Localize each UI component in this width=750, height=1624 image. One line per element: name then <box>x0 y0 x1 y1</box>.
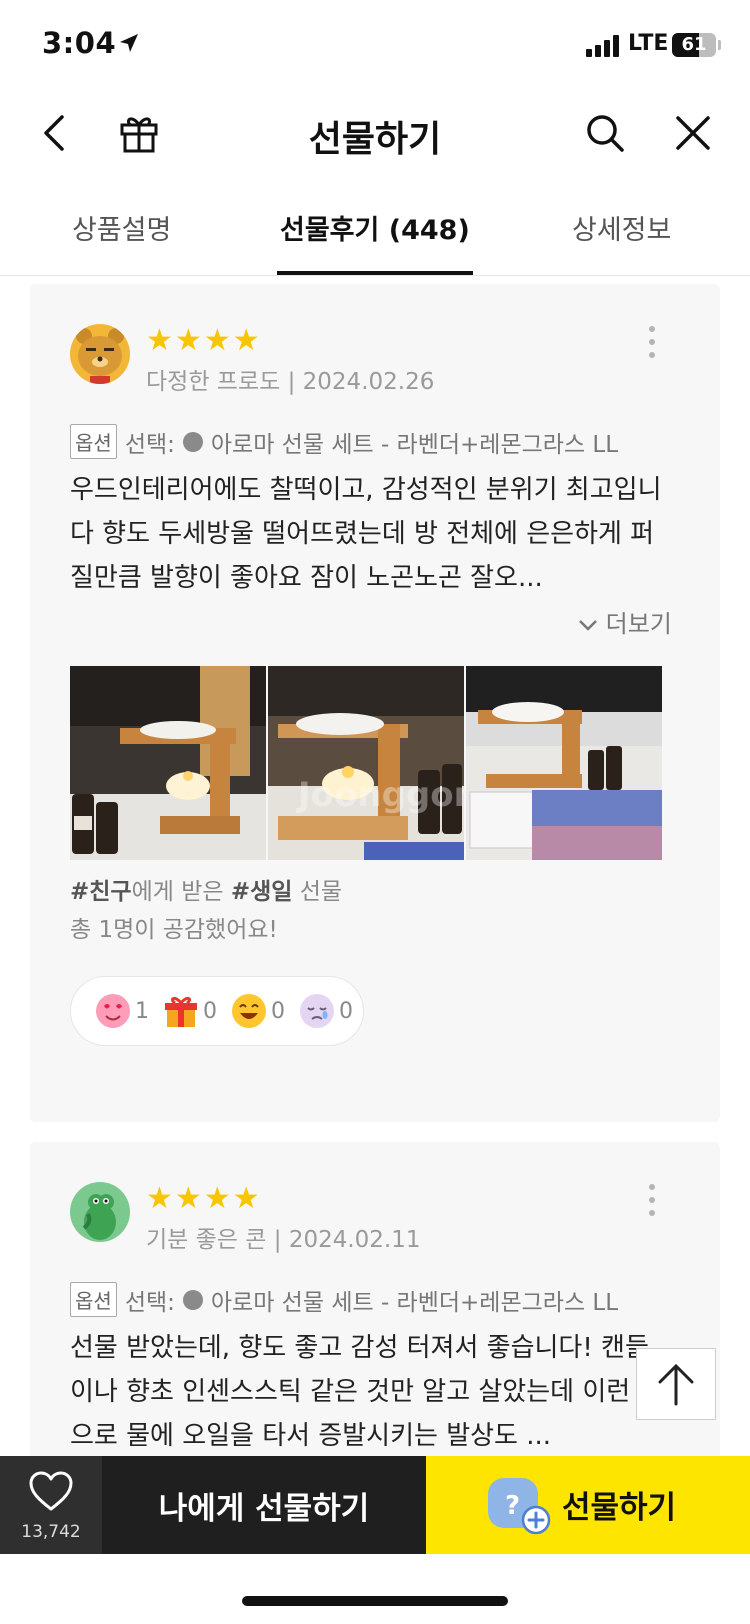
gift-to-self-button[interactable]: 나에게 선물하기 <box>102 1456 426 1554</box>
review-option: 옵션 선택: 아로마 선물 세트 - 라벤더+레몬그라스 LL <box>70 424 618 459</box>
bear-character-icon <box>70 324 130 384</box>
empathy-count: 총 1명이 공감했어요! <box>70 917 278 943</box>
more-options-icon[interactable] <box>640 322 664 362</box>
crocodile-character-icon <box>70 1182 130 1242</box>
review-meta: 다정한 프로도 | 2024.02.26 <box>146 369 435 395</box>
reaction-gift[interactable]: 0 <box>163 993 217 1029</box>
aroma-burner-photo <box>70 666 266 860</box>
signal-icon <box>586 35 619 57</box>
review-author: 기분 좋은 콘 <box>146 1227 267 1253</box>
review-date: 2024.02.26 <box>302 369 435 395</box>
star-icon: ★ <box>203 323 231 358</box>
option-badge: 옵션 <box>70 1282 117 1317</box>
nav-header: 선물하기 <box>0 90 750 176</box>
gift-box-emoji-icon <box>165 996 197 1027</box>
scroll-to-top-button[interactable] <box>636 1348 716 1420</box>
gift-friend-icon: ? <box>488 1478 551 1535</box>
reaction-count: 1 <box>135 998 149 1024</box>
tab-details[interactable]: 상세정보 <box>572 208 671 247</box>
reaction-count: 0 <box>203 998 217 1024</box>
star-icon: ★ <box>146 1181 173 1216</box>
tab-reviews[interactable]: 선물후기 (448) <box>280 208 470 247</box>
reaction-count: 0 <box>271 998 285 1024</box>
tag-occasion[interactable]: #생일 <box>231 879 293 905</box>
home-indicator <box>242 1596 508 1606</box>
option-label: 선택: <box>124 1289 175 1316</box>
avatar[interactable] <box>70 324 130 384</box>
chevron-down-icon <box>579 620 597 631</box>
tag-relation[interactable]: #친구 <box>70 879 132 905</box>
battery-icon: 61 <box>672 33 716 57</box>
star-icon: ★ <box>146 323 173 358</box>
star-icon: ★ <box>232 323 260 358</box>
option-color-dot <box>182 431 203 452</box>
review-date: 2024.02.11 <box>288 1227 421 1253</box>
review-photo[interactable] <box>466 666 662 860</box>
review-meta: 기분 좋은 콘 | 2024.02.11 <box>146 1227 421 1253</box>
heart-icon <box>29 1471 73 1511</box>
avatar[interactable] <box>70 1182 130 1242</box>
tag-connector: 에게 받은 <box>131 879 231 905</box>
status-bar: 3:04 LTE 61 <box>0 0 750 90</box>
review-photo[interactable] <box>70 666 266 860</box>
star-icon: ★ <box>174 323 202 358</box>
review-card: ★ ★ ★ ★ 다정한 프로도 | 2024.02.26 옵션 선택: 아로마 … <box>30 284 720 1122</box>
send-gift-button[interactable]: ? 선물하기 <box>426 1456 750 1554</box>
like-count: 13,742 <box>21 1522 81 1542</box>
active-tab-indicator <box>277 271 473 275</box>
sad-emoji-icon <box>300 994 334 1028</box>
review-option: 옵션 선택: 아로마 선물 세트 - 라벤더+레몬그라스 LL <box>70 1282 618 1317</box>
reaction-laugh[interactable]: 0 <box>231 993 285 1029</box>
more-options-icon[interactable] <box>640 1180 664 1220</box>
tag-suffix: 선물 <box>292 879 343 905</box>
watermark-text: Joonggonara <box>296 775 464 815</box>
network-type: LTE <box>628 31 669 56</box>
close-button[interactable] <box>668 108 718 158</box>
option-value: 아로마 선물 세트 - 라벤더+레몬그라스 LL <box>210 431 619 458</box>
star-rating: ★ ★ ★ ★ <box>146 326 260 356</box>
aroma-burner-photo <box>466 666 662 860</box>
wish-button[interactable]: 13,742 <box>0 1456 102 1554</box>
heart-eyes-emoji-icon <box>96 994 130 1028</box>
aroma-burner-photo: Joonggonara <box>268 666 464 860</box>
option-color-dot <box>182 1289 203 1310</box>
review-author: 다정한 프로도 <box>146 369 281 395</box>
page-title: 선물하기 <box>308 119 442 160</box>
review-photo[interactable]: Joonggonara <box>268 666 464 860</box>
review-text: 선물 받았는데, 향도 좋고 감성 터져서 좋습니다! 캔들이나 향초 인센스스… <box>70 1333 663 1451</box>
reaction-count: 0 <box>339 998 353 1024</box>
reaction-bar: 1 0 0 0 <box>70 976 364 1046</box>
star-icon: ★ <box>203 1181 231 1216</box>
option-badge: 옵션 <box>70 424 117 459</box>
tab-description[interactable]: 상품설명 <box>72 208 171 247</box>
option-label: 선택: <box>124 431 175 458</box>
close-icon <box>676 116 710 150</box>
review-card: ★ ★ ★ ★ 기분 좋은 콘 | 2024.02.11 옵션 선택: 아로마 … <box>30 1142 720 1462</box>
search-icon <box>587 115 624 152</box>
star-icon: ★ <box>232 1181 260 1216</box>
status-time: 3:04 <box>42 26 117 60</box>
svg-text:?: ? <box>505 1491 520 1521</box>
location-arrow-icon <box>120 34 138 52</box>
arrow-up-icon <box>658 1363 694 1406</box>
tab-bar: 상품설명 선물후기 (448) 상세정보 <box>0 186 750 276</box>
star-rating: ★ ★ ★ ★ <box>146 1184 260 1214</box>
search-button[interactable] <box>580 108 630 158</box>
battery-cap <box>718 40 721 50</box>
bottom-action-bar: 13,742 나에게 선물하기 ? 선물하기 <box>0 1456 750 1554</box>
read-more-label: 더보기 <box>605 610 672 638</box>
read-more-link[interactable]: 더보기 <box>578 604 672 639</box>
gift-tags: #친구에게 받은 #생일 선물 <box>70 872 342 906</box>
star-icon: ★ <box>174 1181 202 1216</box>
option-value: 아로마 선물 세트 - 라벤더+레몬그라스 LL <box>210 1289 619 1316</box>
reaction-sad[interactable]: 0 <box>299 993 353 1029</box>
reaction-heart-eyes[interactable]: 1 <box>95 993 149 1029</box>
send-gift-label: 선물하기 <box>562 1490 677 1526</box>
battery-level: 61 <box>681 34 707 55</box>
review-text: 우드인테리어에도 찰떡이고, 감성적인 분위기 최고입니다 향도 두세방울 떨어… <box>70 475 662 593</box>
laughing-emoji-icon <box>232 994 266 1028</box>
